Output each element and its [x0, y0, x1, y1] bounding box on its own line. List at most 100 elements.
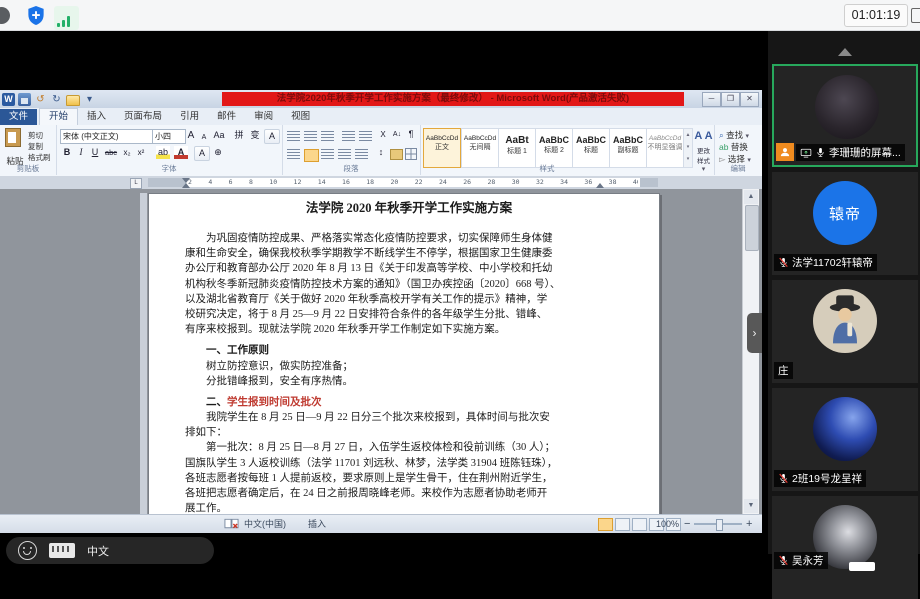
participant-tile[interactable]: 辕帝 法学11702轩辕帝 [772, 172, 918, 275]
tab-selector[interactable]: L [130, 178, 142, 189]
text-shading-icon[interactable]: A [194, 146, 210, 161]
mic-on-icon [815, 147, 826, 158]
tab-view[interactable]: 视图 [282, 109, 319, 125]
tab-file[interactable]: 文件 [0, 109, 37, 125]
multilevel-list-icon[interactable] [321, 131, 334, 142]
tab-page-layout[interactable]: 页面布局 [115, 109, 171, 125]
text-highlight-icon[interactable]: ab [156, 146, 170, 159]
record-dot-icon[interactable] [0, 7, 10, 24]
spellcheck-icon[interactable] [224, 518, 239, 536]
style-subtitle[interactable]: AaBbC 副标题 [609, 128, 647, 168]
font-name-select[interactable]: 宋体 (中文正文) [60, 129, 154, 144]
show-marks-icon[interactable]: ¶ [404, 128, 418, 141]
scroll-up-arrow-icon[interactable] [838, 48, 852, 56]
status-language[interactable]: 中文(中国) [244, 515, 286, 533]
align-center-icon[interactable] [304, 149, 319, 162]
style-title[interactable]: AaBbC 标题 [572, 128, 610, 168]
web-layout-view-icon[interactable] [632, 518, 647, 531]
qat-dropdown-icon[interactable]: ▾ [83, 93, 96, 106]
justify-icon[interactable] [338, 149, 351, 160]
hanging-indent-marker[interactable] [182, 183, 190, 188]
zoom-level[interactable]: 100% [656, 515, 679, 533]
restore-button[interactable]: ❐ [721, 92, 740, 107]
doc-title: 法学院 2020 年秋季开学工作实施方案 [185, 200, 633, 217]
grow-font-icon[interactable]: A [184, 129, 198, 142]
ribbon-tab-bar: 文件 开始 插入 页面布局 引用 邮件 审阅 视图 [0, 108, 762, 126]
sidebar-collapse-chevron[interactable]: › [747, 313, 762, 353]
horizontal-ruler[interactable]: L 2 4 6 8 10 12 14 16 18 20 22 24 26 28 … [0, 176, 762, 189]
font-size-select[interactable]: 小四 [152, 129, 186, 144]
zoom-out-icon[interactable]: − [684, 515, 690, 533]
numbering-icon[interactable] [304, 131, 317, 142]
save-icon[interactable] [18, 93, 31, 106]
bold-icon[interactable]: B [60, 146, 74, 159]
status-insert-mode[interactable]: 插入 [308, 515, 326, 533]
open-folder-icon[interactable] [66, 95, 80, 106]
tab-references[interactable]: 引用 [171, 109, 208, 125]
tab-review[interactable]: 审阅 [245, 109, 282, 125]
subscript-icon[interactable]: x₂ [120, 146, 134, 159]
doc-line: 树立防控意识，做实防控准备； [185, 359, 633, 374]
line-spacing-icon[interactable]: ↕ [374, 146, 388, 159]
decrease-indent-icon[interactable] [342, 131, 355, 142]
document-page[interactable]: 法学院 2020 年秋季开学工作实施方案 为巩固疫情防控成果、严格落实常态化疫情… [148, 193, 660, 514]
style-subtle-emphasis[interactable]: AaBbCcDd 不明显强调 [646, 128, 684, 168]
zoom-in-icon[interactable]: + [746, 515, 752, 533]
align-left-icon[interactable] [287, 149, 300, 160]
close-button[interactable]: ✕ [740, 92, 759, 107]
vertical-ruler[interactable] [140, 193, 147, 514]
enclose-characters-icon[interactable]: ⊕ [211, 146, 225, 159]
sort-icon[interactable]: A↓ [390, 128, 404, 141]
borders-icon[interactable] [405, 148, 417, 160]
bullets-icon[interactable] [287, 131, 300, 142]
keyboard-icon[interactable] [49, 543, 75, 558]
right-indent-marker[interactable] [596, 183, 604, 188]
change-styles-button[interactable]: A A 更改样式 ▾ [694, 127, 713, 167]
minimize-button[interactable]: ─ [702, 92, 721, 107]
distribute-icon[interactable] [355, 149, 368, 160]
change-case-icon[interactable]: Aa [212, 129, 226, 142]
paste-button[interactable] [3, 128, 23, 154]
mic-muted-icon [778, 555, 789, 566]
security-shield-icon[interactable] [26, 5, 46, 26]
tab-insert[interactable]: 插入 [78, 109, 115, 125]
participant-tile[interactable]: 庄 [772, 280, 918, 383]
strikethrough-icon[interactable]: abc [104, 146, 118, 159]
fullscreen-reading-view-icon[interactable] [615, 518, 630, 531]
redo-icon[interactable]: ↻ [50, 93, 63, 106]
zoom-slider-thumb[interactable] [716, 519, 723, 531]
participant-tile[interactable]: 吴永芳 [772, 496, 918, 599]
style-normal[interactable]: AaBbCcDd 正文 [423, 128, 461, 168]
pinyin-guide-icon[interactable]: 拼 [232, 129, 246, 142]
editing-group-label: 编辑 [714, 163, 762, 174]
word-app-icon[interactable]: W [2, 93, 15, 106]
fullscreen-icon[interactable] [911, 8, 920, 23]
char-scale-icon[interactable]: 变 [248, 129, 262, 142]
scroll-up-icon[interactable]: ▲ [744, 190, 758, 204]
styles-gallery-scroll[interactable]: ▲▾▾ [683, 128, 693, 168]
network-signal-icon[interactable] [54, 6, 79, 30]
participant-name: 法学11702轩辕帝 [792, 255, 873, 270]
scroll-down-icon[interactable]: ▼ [744, 499, 758, 513]
undo-icon[interactable]: ↺ [34, 93, 47, 106]
shrink-font-icon[interactable]: A [197, 131, 211, 144]
participant-tile-sharer[interactable]: 李珊珊的屏幕... [772, 64, 918, 167]
italic-icon[interactable]: I [74, 146, 88, 159]
participant-tile[interactable]: 2班19号龙呈祥 [772, 388, 918, 491]
asian-layout-icon[interactable]: X [376, 128, 390, 141]
style-no-spacing[interactable]: AaBbCcDd 无间隔 [461, 128, 499, 168]
font-color-icon[interactable]: A [174, 146, 188, 159]
character-border-icon[interactable]: A [264, 129, 280, 144]
align-right-icon[interactable] [321, 149, 334, 160]
shading-icon[interactable] [390, 149, 403, 160]
increase-indent-icon[interactable] [359, 131, 372, 142]
underline-icon[interactable]: U [88, 146, 102, 159]
print-layout-view-icon[interactable] [598, 518, 613, 531]
tab-home[interactable]: 开始 [39, 108, 78, 125]
style-heading1[interactable]: AaBt 标题 1 [498, 128, 536, 168]
tab-mailings[interactable]: 邮件 [208, 109, 245, 125]
scrollbar-thumb[interactable] [745, 205, 759, 251]
style-heading2[interactable]: AaBbC 标题 2 [535, 128, 573, 168]
emoji-smiley-icon[interactable] [18, 541, 37, 560]
superscript-icon[interactable]: x² [134, 146, 148, 159]
